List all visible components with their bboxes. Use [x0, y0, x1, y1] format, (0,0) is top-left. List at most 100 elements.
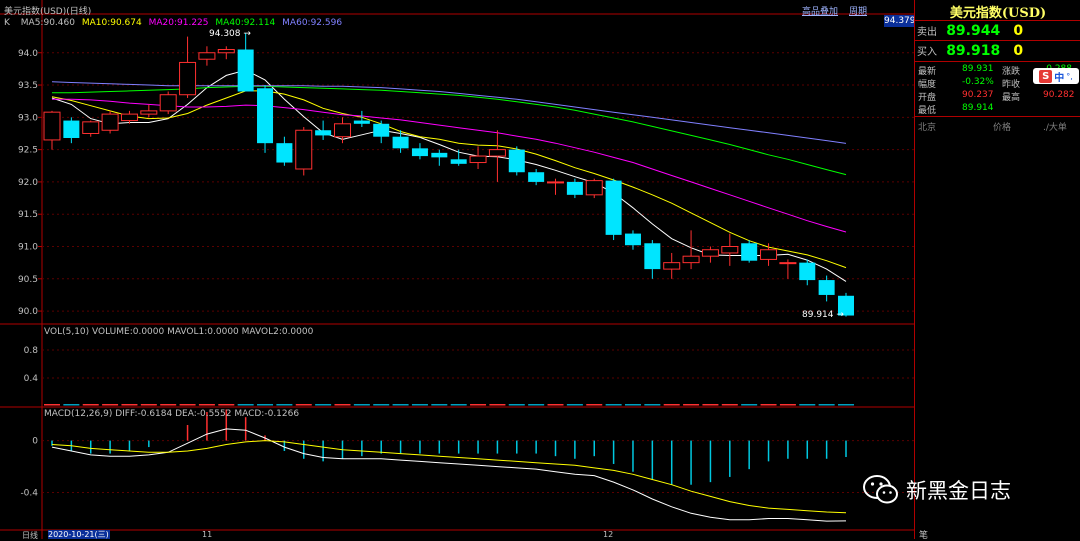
candle-body [63, 120, 80, 138]
candle-body [624, 233, 641, 246]
candle [198, 46, 216, 66]
watermark-text: 新黑金日志 [906, 479, 1011, 503]
macd-tick-label: 0 [32, 437, 38, 447]
volume-bar [218, 404, 235, 406]
candle [663, 252, 681, 279]
candle [605, 178, 622, 241]
candle-body [488, 149, 506, 157]
x-tick-12: 12 [603, 530, 614, 539]
amp-label: 幅度 [918, 80, 937, 90]
candle [315, 120, 332, 140]
wechat-icon [863, 475, 898, 504]
overlay-link[interactable]: 高品叠加 [802, 4, 838, 17]
vol-tick-label: 0.8 [24, 346, 39, 356]
volume-bar [276, 404, 293, 406]
ma40-label: MA40:92.114 [215, 18, 276, 28]
buy-price: 89.918 [946, 43, 1001, 59]
vol-tick-label: 0.4 [24, 374, 39, 384]
candle-body [140, 110, 158, 115]
y-tick-label: 91.0 [18, 243, 38, 253]
volume-bar [779, 404, 796, 406]
vol-label: VOL(5,10) VOLUME:0.0000 MAVOL1:0.0000 MA… [44, 327, 314, 337]
macd-panel [51, 409, 847, 522]
volume-bar [392, 404, 409, 406]
change-label: 涨跌 [1002, 67, 1021, 77]
high-annotation: 94.308 → [209, 29, 251, 39]
buy-volume: 0 [1013, 43, 1024, 59]
volume-bar [431, 404, 448, 406]
macd-tick-label: -0.4 [20, 489, 38, 499]
volume-bar [102, 404, 119, 406]
y-tick-label: 90.0 [18, 307, 38, 317]
price-col: 价格 [993, 123, 1012, 133]
period-link[interactable]: 周期 [849, 4, 867, 17]
candle [547, 178, 565, 195]
candle [741, 240, 758, 263]
low-value: 89.914 [962, 103, 994, 113]
volume-bar [838, 404, 854, 406]
volume-bar [818, 404, 835, 406]
candle [295, 127, 313, 176]
watermark: 新黑金日志 [862, 474, 1011, 506]
candle [82, 120, 100, 137]
quote-title: 美元指数(USD) [949, 6, 1047, 21]
volume-bar [315, 404, 332, 406]
candle-body [101, 113, 119, 131]
candle [140, 104, 158, 118]
candle-body [179, 61, 197, 96]
ime-toolbar[interactable]: S 中 °, [1033, 68, 1079, 84]
sogou-icon: S [1039, 69, 1053, 83]
candle-body [159, 94, 177, 112]
candle [488, 130, 506, 182]
volume-bar [624, 404, 641, 406]
candle-body [605, 180, 622, 235]
volume-bar [644, 404, 661, 406]
high-value: 90.282 [1043, 90, 1075, 100]
candle-body [799, 262, 816, 281]
volume-bar [237, 404, 254, 406]
candle [721, 233, 739, 266]
y-tick-label: 91.5 [18, 210, 38, 220]
date-tag: 2020-10-21(三) [48, 530, 110, 539]
candles [43, 32, 854, 317]
candle-body [276, 143, 293, 163]
candle-body [701, 249, 719, 257]
volume-bar [547, 404, 564, 406]
candle [799, 259, 816, 286]
volume-bar [140, 404, 157, 406]
candle [43, 110, 61, 150]
ma60-label: MA60:92.596 [282, 18, 343, 28]
candle [101, 110, 119, 134]
volume-bar [63, 404, 80, 406]
candle [179, 36, 197, 98]
ma20-label: MA20:91.225 [148, 18, 209, 28]
candle [644, 240, 661, 279]
kline-chart[interactable]: 94.0 93.5 93.0 92.5 92.0 91.5 91.0 90.5 90.0 0.8 0… [0, 0, 914, 539]
ma5-label: MA5:90.460 [20, 18, 75, 28]
volume-bar [82, 404, 99, 406]
candle-body [217, 49, 235, 54]
candle-body [411, 148, 428, 157]
candle-body [682, 255, 700, 264]
volume-bar [702, 404, 719, 406]
volume-bar [489, 404, 506, 406]
candle [528, 169, 545, 186]
candle [159, 91, 177, 115]
low-annotation: 89.914 → [802, 310, 844, 320]
lot-col: ./大单 [1043, 123, 1067, 133]
ime-punct-icon: °, [1066, 71, 1073, 81]
chart-grid [0, 0, 914, 539]
volume-bars [44, 404, 854, 406]
candle-body [295, 129, 313, 170]
candle-body [469, 155, 487, 164]
volume-bar [121, 404, 138, 406]
candle-body [198, 52, 216, 60]
price-tag: 94.379 [884, 15, 916, 27]
candle-body [779, 262, 797, 265]
candle-body [82, 121, 100, 134]
y-tick-label: 94.0 [18, 49, 38, 59]
candle-body [333, 123, 351, 138]
macd-label: MACD(12,26,9) DIFF:-0.6184 DEA:-0.5552 M… [44, 409, 300, 419]
candle [701, 246, 719, 263]
candle [585, 178, 603, 199]
